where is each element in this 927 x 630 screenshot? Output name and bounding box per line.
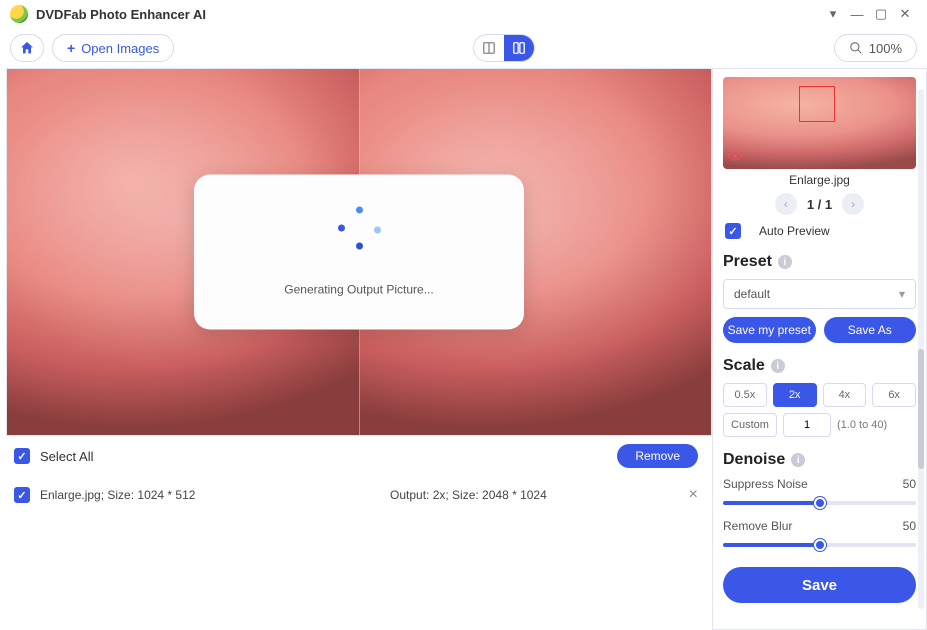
open-images-label: Open Images	[81, 41, 159, 56]
page-next-button[interactable]: ›	[842, 193, 864, 215]
plus-icon: +	[67, 40, 75, 56]
thumbnail-filename: Enlarge.jpg	[723, 173, 916, 187]
info-icon[interactable]: i	[791, 453, 805, 467]
save-as-button[interactable]: Save As	[824, 317, 917, 343]
zoom-label: 100%	[869, 41, 902, 56]
preset-selected: default	[734, 287, 770, 301]
face-detection-rect	[799, 86, 835, 122]
eye-icon[interactable]	[727, 150, 743, 165]
save-my-preset-button[interactable]: Save my preset	[723, 317, 816, 343]
open-images-button[interactable]: + Open Images	[52, 34, 174, 62]
save-button[interactable]: Save	[723, 567, 916, 603]
close-icon[interactable]: ✕	[893, 6, 917, 22]
info-icon[interactable]: i	[771, 359, 785, 373]
file-checkbox[interactable]	[14, 487, 30, 503]
preset-title: Preset i	[723, 253, 916, 271]
file-row[interactable]: Enlarge.jpg; Size: 1024 * 512 Output: 2x…	[0, 476, 712, 514]
app-logo-icon	[10, 5, 28, 23]
view-toggle	[473, 34, 535, 62]
scale-buttons: 0.5x2x4x6x	[723, 383, 916, 407]
row-close-icon[interactable]: ×	[689, 486, 698, 504]
auto-preview-label: Auto Preview	[759, 224, 830, 238]
scale-4x-button[interactable]: 4x	[823, 383, 867, 407]
caret-down-icon: ▾	[899, 287, 905, 301]
info-icon[interactable]: i	[778, 255, 792, 269]
page-prev-button[interactable]: ‹	[775, 193, 797, 215]
scale-2x-button[interactable]: 2x	[773, 383, 817, 407]
remove-blur-slider[interactable]	[723, 537, 916, 553]
title-bar: DVDFab Photo Enhancer AI ▾ — ▢ ✕	[0, 0, 927, 28]
zoom-button[interactable]: 100%	[834, 34, 917, 62]
view-split-button[interactable]	[504, 35, 534, 61]
page-indicator: 1 / 1	[807, 197, 832, 212]
view-single-button[interactable]	[474, 35, 504, 61]
loading-text: Generating Output Picture...	[284, 282, 433, 296]
denoise-title: Denoise i	[723, 451, 916, 469]
maximize-icon[interactable]: ▢	[869, 6, 893, 22]
scale-6x-button[interactable]: 6x	[872, 383, 916, 407]
preset-select[interactable]: default ▾	[723, 279, 916, 309]
scale-0.5x-button[interactable]: 0.5x	[723, 383, 767, 407]
scrollbar[interactable]	[918, 89, 924, 609]
preview-area: Generating Output Picture...	[6, 68, 712, 436]
file-output: Output: 2x; Size: 2048 * 1024	[390, 488, 547, 502]
minimize-icon[interactable]: —	[845, 7, 869, 22]
thumbnail[interactable]	[723, 77, 916, 169]
spinner-icon	[334, 202, 384, 252]
side-panel: Enlarge.jpg ‹ 1 / 1 › Auto Preview Prese…	[712, 68, 927, 630]
scale-range-label: (1.0 to 40)	[837, 419, 887, 431]
scale-custom-button[interactable]: Custom	[723, 413, 777, 437]
file-name-size: Enlarge.jpg; Size: 1024 * 512	[40, 488, 195, 502]
app-title: DVDFab Photo Enhancer AI	[36, 7, 206, 22]
pager: ‹ 1 / 1 ›	[723, 193, 916, 215]
scale-custom-input[interactable]	[783, 413, 831, 437]
toolbar: + Open Images 100%	[0, 28, 927, 68]
suppress-noise-slider[interactable]	[723, 495, 916, 511]
magnifier-icon	[849, 41, 863, 55]
loading-modal: Generating Output Picture...	[194, 175, 524, 330]
dropdown-icon[interactable]: ▾	[821, 6, 845, 22]
suppress-noise-value: 50	[903, 477, 916, 491]
list-header: Select All Remove	[0, 436, 712, 476]
home-button[interactable]	[10, 34, 44, 62]
remove-blur-label: Remove Blur	[723, 519, 792, 533]
suppress-noise-label: Suppress Noise	[723, 477, 808, 491]
home-icon	[19, 40, 35, 56]
remove-blur-value: 50	[903, 519, 916, 533]
select-all-label: Select All	[40, 449, 93, 464]
remove-button[interactable]: Remove	[617, 444, 698, 468]
auto-preview-checkbox[interactable]	[725, 223, 741, 239]
select-all-checkbox[interactable]	[14, 448, 30, 464]
scale-title: Scale i	[723, 357, 916, 375]
